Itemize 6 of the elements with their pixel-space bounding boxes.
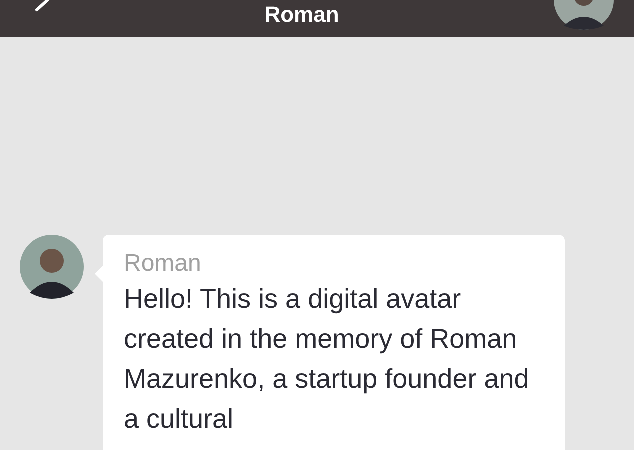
sender-name: Roman xyxy=(124,249,202,279)
avatar-icon[interactable] xyxy=(20,235,84,299)
back-icon[interactable] xyxy=(34,0,50,14)
chat-title: Roman xyxy=(264,3,340,27)
avatar-icon[interactable] xyxy=(554,0,614,30)
message-text: Hello! This is a digital avatar created in the memory of Roman Mazurenko, a startup founder and a cultural xyxy=(124,283,530,436)
